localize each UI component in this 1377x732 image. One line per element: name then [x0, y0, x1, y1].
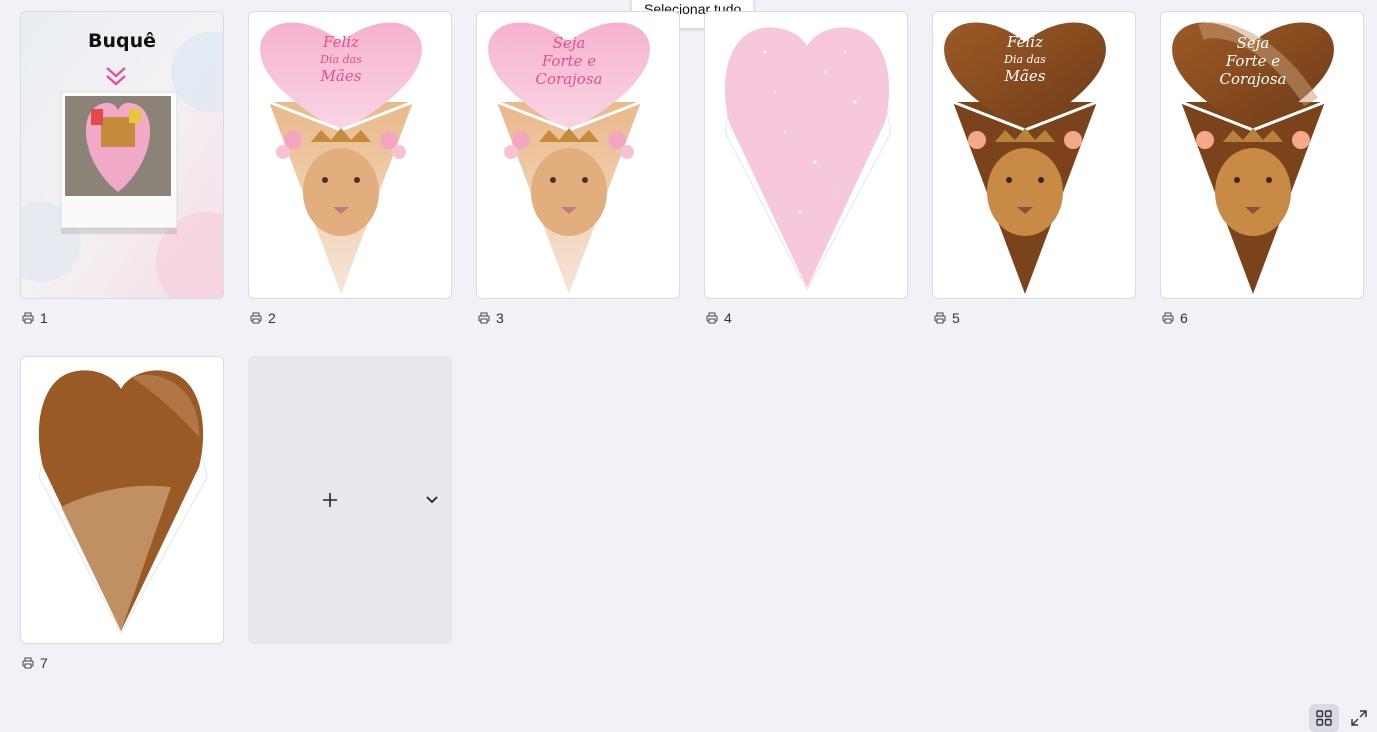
- page-thumbnail-4[interactable]: [704, 11, 908, 299]
- printer-icon: [22, 312, 34, 324]
- thumb-text-line: Dia das: [320, 53, 362, 66]
- thumb-text-line: Forte e: [1225, 52, 1281, 70]
- page-number: 1: [40, 310, 48, 326]
- page-5-thumb-text: Feliz Dia das Mães: [973, 34, 1077, 85]
- thumb-text-line: Corajosa: [535, 70, 603, 88]
- printer-icon: [934, 312, 946, 324]
- page-label-3: 3: [478, 310, 504, 326]
- page-label-1: 1: [22, 310, 48, 326]
- page-label-5: 5: [934, 310, 960, 326]
- printer-icon: [1162, 312, 1174, 324]
- page-number: 7: [40, 655, 48, 671]
- thumb-text-line: Mães: [320, 67, 362, 85]
- page-thumbnail-7[interactable]: [20, 356, 224, 644]
- expand-icon: [1351, 710, 1367, 726]
- page-1-thumb-title: Buquê: [87, 30, 157, 52]
- page-label-6: 6: [1162, 310, 1188, 326]
- thumb-text-line: Corajosa: [1219, 70, 1287, 88]
- page-number: 2: [268, 310, 276, 326]
- printer-icon: [22, 657, 34, 669]
- page-thumbnail-3[interactable]: Seja Forte e Corajosa: [476, 11, 680, 299]
- expand-view-button[interactable]: [1344, 704, 1374, 732]
- plus-icon[interactable]: [321, 491, 339, 509]
- page-2-thumb-text: Feliz Dia das Mães: [289, 34, 393, 85]
- page-label-4: 4: [706, 310, 732, 326]
- thumb-text-line: Dia das: [1004, 53, 1046, 66]
- page-label-2: 2: [250, 310, 276, 326]
- page-thumbnail-5[interactable]: Feliz Dia das Mães: [932, 11, 1136, 299]
- page-3-thumb-text: Seja Forte e Corajosa: [517, 34, 621, 88]
- page-number: 5: [952, 310, 960, 326]
- thumb-text-line: Feliz: [323, 33, 359, 51]
- thumb-text-line: Forte e: [541, 52, 597, 70]
- page-thumbnail-1[interactable]: Buquê: [20, 11, 224, 299]
- printer-icon: [478, 312, 490, 324]
- chevron-down-icon[interactable]: [425, 494, 439, 506]
- thumb-text-line: Seja: [1236, 34, 1270, 52]
- printer-icon: [706, 312, 718, 324]
- page-thumbnail-6[interactable]: Seja Forte e Corajosa: [1160, 11, 1364, 299]
- page-6-thumb-text: Seja Forte e Corajosa: [1201, 34, 1305, 88]
- grid-view-button[interactable]: [1309, 704, 1339, 732]
- thumb-text-line: Mães: [1004, 67, 1046, 85]
- page-number: 3: [496, 310, 504, 326]
- thumb-text-line: Feliz: [1007, 33, 1043, 51]
- thumb-text-line: Seja: [552, 34, 586, 52]
- page-label-7: 7: [22, 655, 48, 671]
- page-thumbnail-2[interactable]: Feliz Dia das Mães: [248, 11, 452, 299]
- add-page-tile[interactable]: [248, 356, 452, 644]
- printer-icon: [250, 312, 262, 324]
- page-number: 4: [724, 310, 732, 326]
- page-number: 6: [1180, 310, 1188, 326]
